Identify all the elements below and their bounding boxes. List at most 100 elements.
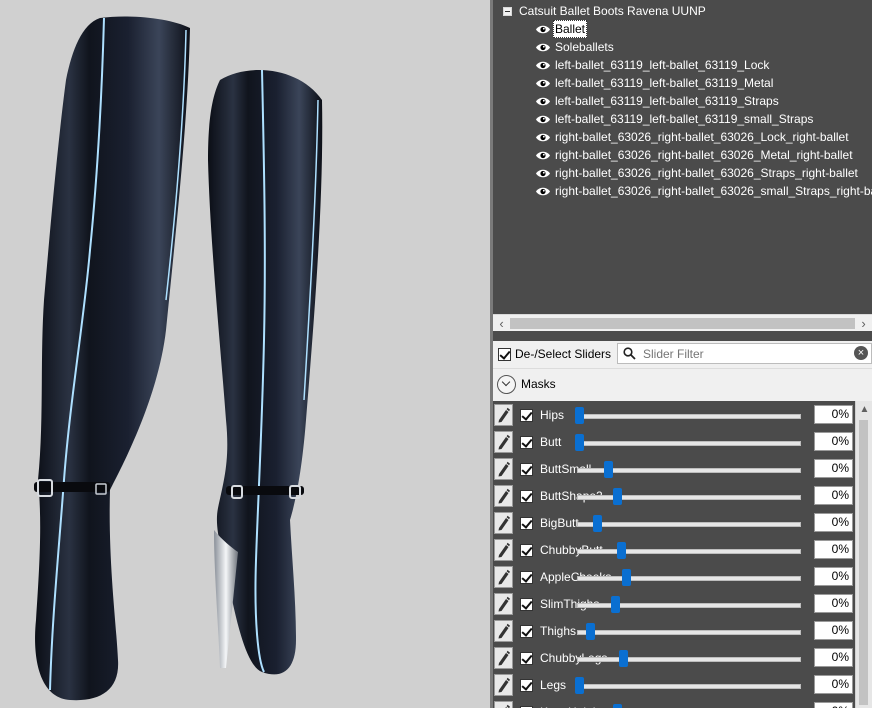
eye-icon[interactable] [535,168,551,179]
edit-slider-button[interactable] [494,458,513,480]
tree-item[interactable]: left-ballet_63119_left-ballet_63119_smal… [535,110,815,128]
slider-track[interactable] [577,630,801,635]
edit-slider-button[interactable] [494,404,513,426]
eye-icon[interactable] [535,78,551,89]
tree-item[interactable]: right-ballet_63026_right-ballet_63026_St… [535,164,860,182]
right-boot-strap [226,486,304,495]
chevron-down-icon[interactable] [497,374,516,394]
slider-thumb[interactable] [619,650,628,667]
tree-horizontal-scrollbar[interactable]: ‹ › [493,314,872,332]
slider-checkbox[interactable] [520,517,533,530]
tree-item-label: right-ballet_63026_right-ballet_63026_Me… [555,148,853,162]
slider-checkbox[interactable] [520,544,533,557]
eye-icon[interactable] [535,114,551,125]
edit-slider-button[interactable] [494,647,513,669]
slider-value[interactable]: 0% [814,594,853,613]
slider-track[interactable] [577,684,801,689]
slider-value[interactable]: 0% [814,486,853,505]
eye-icon[interactable] [535,132,551,143]
slider-thumb[interactable] [613,488,622,505]
slider-thumb[interactable] [575,407,584,424]
slider-track[interactable] [577,441,801,446]
preview-viewport[interactable] [0,0,490,708]
edit-slider-button[interactable] [494,485,513,507]
tree-item[interactable]: right-ballet_63026_right-ballet_63026_Lo… [535,128,851,146]
eye-icon[interactable] [535,24,551,35]
edit-slider-button[interactable] [494,701,513,708]
slider-thumb[interactable] [586,623,595,640]
slider-filter[interactable]: × [617,343,872,364]
slider-checkbox[interactable] [520,652,533,665]
tree-item-label: Ballet [553,20,588,38]
collapse-icon[interactable] [503,6,512,16]
slider-value[interactable]: 0% [814,540,853,559]
edit-slider-button[interactable] [494,512,513,534]
slider-checkbox[interactable] [520,679,533,692]
tree-item[interactable]: right-ballet_63026_right-ballet_63026_sm… [535,182,872,200]
slider-checkbox[interactable] [520,409,533,422]
edit-slider-button[interactable] [494,593,513,615]
slider-track[interactable] [577,495,801,500]
slider-value[interactable]: 0% [814,432,853,451]
boots-3d-render [34,16,323,701]
slider-thumb[interactable] [604,461,613,478]
slider-checkbox[interactable] [520,571,533,584]
tree-item[interactable]: left-ballet_63119_left-ballet_63119_Meta… [535,74,775,92]
tree-item[interactable]: Soleballets [535,38,616,56]
eye-icon[interactable] [535,60,551,71]
slider-value[interactable]: 0% [814,513,853,532]
slider-value[interactable]: 0% [814,459,853,478]
slider-filter-input[interactable] [641,345,845,362]
slider-track[interactable] [577,414,801,419]
slider-thumb[interactable] [593,515,602,532]
slider-thumb[interactable] [622,569,631,586]
slider-value[interactable]: 0% [814,702,853,708]
slider-value[interactable]: 0% [814,621,853,640]
tree-item[interactable]: left-ballet_63119_left-ballet_63119_Stra… [535,92,781,110]
slider-value[interactable]: 0% [814,405,853,424]
slider-track[interactable] [577,549,801,554]
edit-slider-button[interactable] [494,539,513,561]
slider-list-scrollbar[interactable]: ▲ [855,401,872,708]
slider-track[interactable] [577,657,801,662]
edit-slider-button[interactable] [494,620,513,642]
edit-slider-button[interactable] [494,566,513,588]
scroll-up-icon[interactable]: ▲ [856,401,872,418]
slider-name: Thighs [540,624,577,638]
slider-track[interactable] [577,576,801,581]
eye-icon[interactable] [535,150,551,161]
slider-value[interactable]: 0% [814,567,853,586]
tree-root-item[interactable]: Catsuit Ballet Boots Ravena UUNP [503,2,706,20]
edit-slider-button[interactable] [494,674,513,696]
slider-thumb[interactable] [575,677,584,694]
eye-icon[interactable] [535,42,551,53]
slider-checkbox[interactable] [520,625,533,638]
scrollbar-thumb[interactable] [859,420,868,705]
slider-checkbox[interactable] [520,490,533,503]
slider-thumb[interactable] [575,434,584,451]
eye-icon[interactable] [535,186,551,197]
slider-checkbox[interactable] [520,598,533,611]
slider-checkbox[interactable] [520,463,533,476]
slider-thumb[interactable] [611,596,620,613]
slider-value[interactable]: 0% [814,648,853,667]
scroll-right-icon[interactable]: › [855,315,872,332]
eye-icon[interactable] [535,96,551,107]
scrollbar-thumb[interactable] [510,318,855,329]
slider-checkbox[interactable] [520,436,533,449]
select-sliders-toggle[interactable]: De-/Select Sliders [498,347,611,361]
pencil-icon [498,623,510,639]
slider-value[interactable]: 0% [814,675,853,694]
masks-group-header[interactable]: Masks [493,369,872,399]
clear-filter-icon[interactable]: × [854,346,868,360]
scroll-left-icon[interactable]: ‹ [493,315,510,332]
select-sliders-checkbox[interactable] [498,347,511,361]
edit-slider-button[interactable] [494,431,513,453]
slider-thumb[interactable] [613,704,622,708]
tree-item[interactable]: right-ballet_63026_right-ballet_63026_Me… [535,146,855,164]
tree-item[interactable]: Ballet [535,20,588,38]
slider-track[interactable] [577,522,801,527]
slider-thumb[interactable] [617,542,626,559]
tree-item[interactable]: left-ballet_63119_left-ballet_63119_Lock [535,56,771,74]
slider-name: Legs [540,678,567,692]
